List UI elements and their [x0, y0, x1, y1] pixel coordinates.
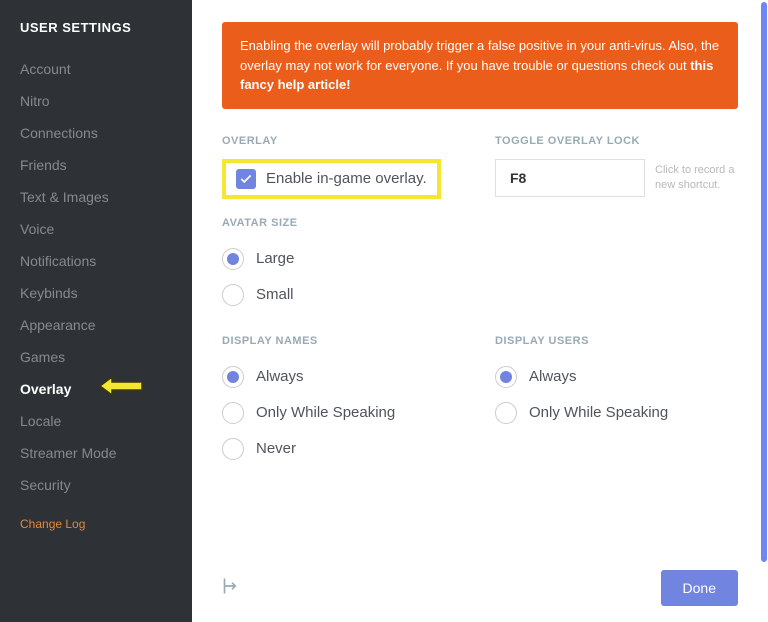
avatar-size-small[interactable]: Small — [222, 277, 738, 313]
done-button[interactable]: Done — [661, 570, 738, 606]
sidebar-item-overlay[interactable]: Overlay — [20, 373, 192, 405]
display-users-label: DISPLAY USERS — [495, 335, 738, 347]
radio-icon — [222, 284, 244, 306]
sidebar-item-streamer-mode[interactable]: Streamer Mode — [20, 437, 192, 469]
sidebar-item-friends[interactable]: Friends — [20, 149, 192, 181]
display-users-speaking[interactable]: Only While Speaking — [495, 395, 738, 431]
content-panel: Enabling the overlay will probably trigg… — [192, 0, 768, 622]
sidebar-item-security[interactable]: Security — [20, 469, 192, 501]
sidebar-item-keybinds[interactable]: Keybinds — [20, 277, 192, 309]
radio-icon — [222, 248, 244, 270]
sidebar-item-voice[interactable]: Voice — [20, 213, 192, 245]
display-names-never[interactable]: Never — [222, 431, 465, 467]
enable-overlay-label: Enable in-game overlay. — [266, 170, 427, 187]
warning-banner: Enabling the overlay will probably trigg… — [222, 22, 738, 109]
display-names-label: DISPLAY NAMES — [222, 335, 465, 347]
sidebar-item-games[interactable]: Games — [20, 341, 192, 373]
enable-overlay-checkbox[interactable] — [236, 169, 256, 189]
sidebar-item-nitro[interactable]: Nitro — [20, 85, 192, 117]
display-users-always[interactable]: Always — [495, 359, 738, 395]
display-names-section: DISPLAY NAMES Always Only While Speaking… — [222, 335, 465, 467]
radio-icon — [495, 366, 517, 388]
scrollbar-thumb[interactable] — [761, 2, 767, 562]
banner-text: Enabling the overlay will probably trigg… — [240, 38, 719, 73]
sidebar-item-locale[interactable]: Locale — [20, 405, 192, 437]
sidebar-item-connections[interactable]: Connections — [20, 117, 192, 149]
sidebar-item-text-images[interactable]: Text & Images — [20, 181, 192, 213]
display-names-speaking[interactable]: Only While Speaking — [222, 395, 465, 431]
radio-label: Only While Speaking — [256, 404, 395, 421]
avatar-size-section: AVATAR SIZE Large Small — [222, 217, 738, 313]
shortcut-input[interactable]: F8 — [495, 159, 645, 197]
display-names-always[interactable]: Always — [222, 359, 465, 395]
radio-icon — [222, 366, 244, 388]
arrow-icon — [98, 375, 144, 400]
display-users-section: DISPLAY USERS Always Only While Speaking — [495, 335, 738, 467]
radio-label: Always — [529, 368, 577, 385]
overlay-section-label: OVERLAY — [222, 135, 465, 147]
overlay-section: OVERLAY Enable in-game overlay. — [222, 135, 465, 199]
reset-icon[interactable] — [222, 576, 242, 601]
sidebar-item-notifications[interactable]: Notifications — [20, 245, 192, 277]
toggle-lock-label: TOGGLE OVERLAY LOCK — [495, 135, 738, 147]
radio-label: Small — [256, 286, 294, 303]
sidebar: USER SETTINGS Account Nitro Connections … — [0, 0, 192, 622]
radio-icon — [222, 402, 244, 424]
sidebar-item-label: Overlay — [20, 381, 71, 397]
radio-label: Large — [256, 250, 294, 267]
footer: Done — [222, 570, 738, 606]
radio-label: Always — [256, 368, 304, 385]
radio-label: Never — [256, 440, 296, 457]
sidebar-item-appearance[interactable]: Appearance — [20, 309, 192, 341]
sidebar-item-account[interactable]: Account — [20, 53, 192, 85]
shortcut-hint: Click to record a new shortcut. — [655, 163, 735, 192]
scrollbar[interactable] — [760, 0, 768, 622]
toggle-lock-section: TOGGLE OVERLAY LOCK F8 Click to record a… — [495, 135, 738, 199]
sidebar-title: USER SETTINGS — [20, 20, 192, 35]
radio-label: Only While Speaking — [529, 404, 668, 421]
radio-icon — [222, 438, 244, 460]
radio-icon — [495, 402, 517, 424]
avatar-size-large[interactable]: Large — [222, 241, 738, 277]
avatar-size-label: AVATAR SIZE — [222, 217, 738, 229]
sidebar-item-changelog[interactable]: Change Log — [20, 509, 192, 539]
enable-overlay-checkbox-highlight: Enable in-game overlay. — [222, 159, 441, 199]
